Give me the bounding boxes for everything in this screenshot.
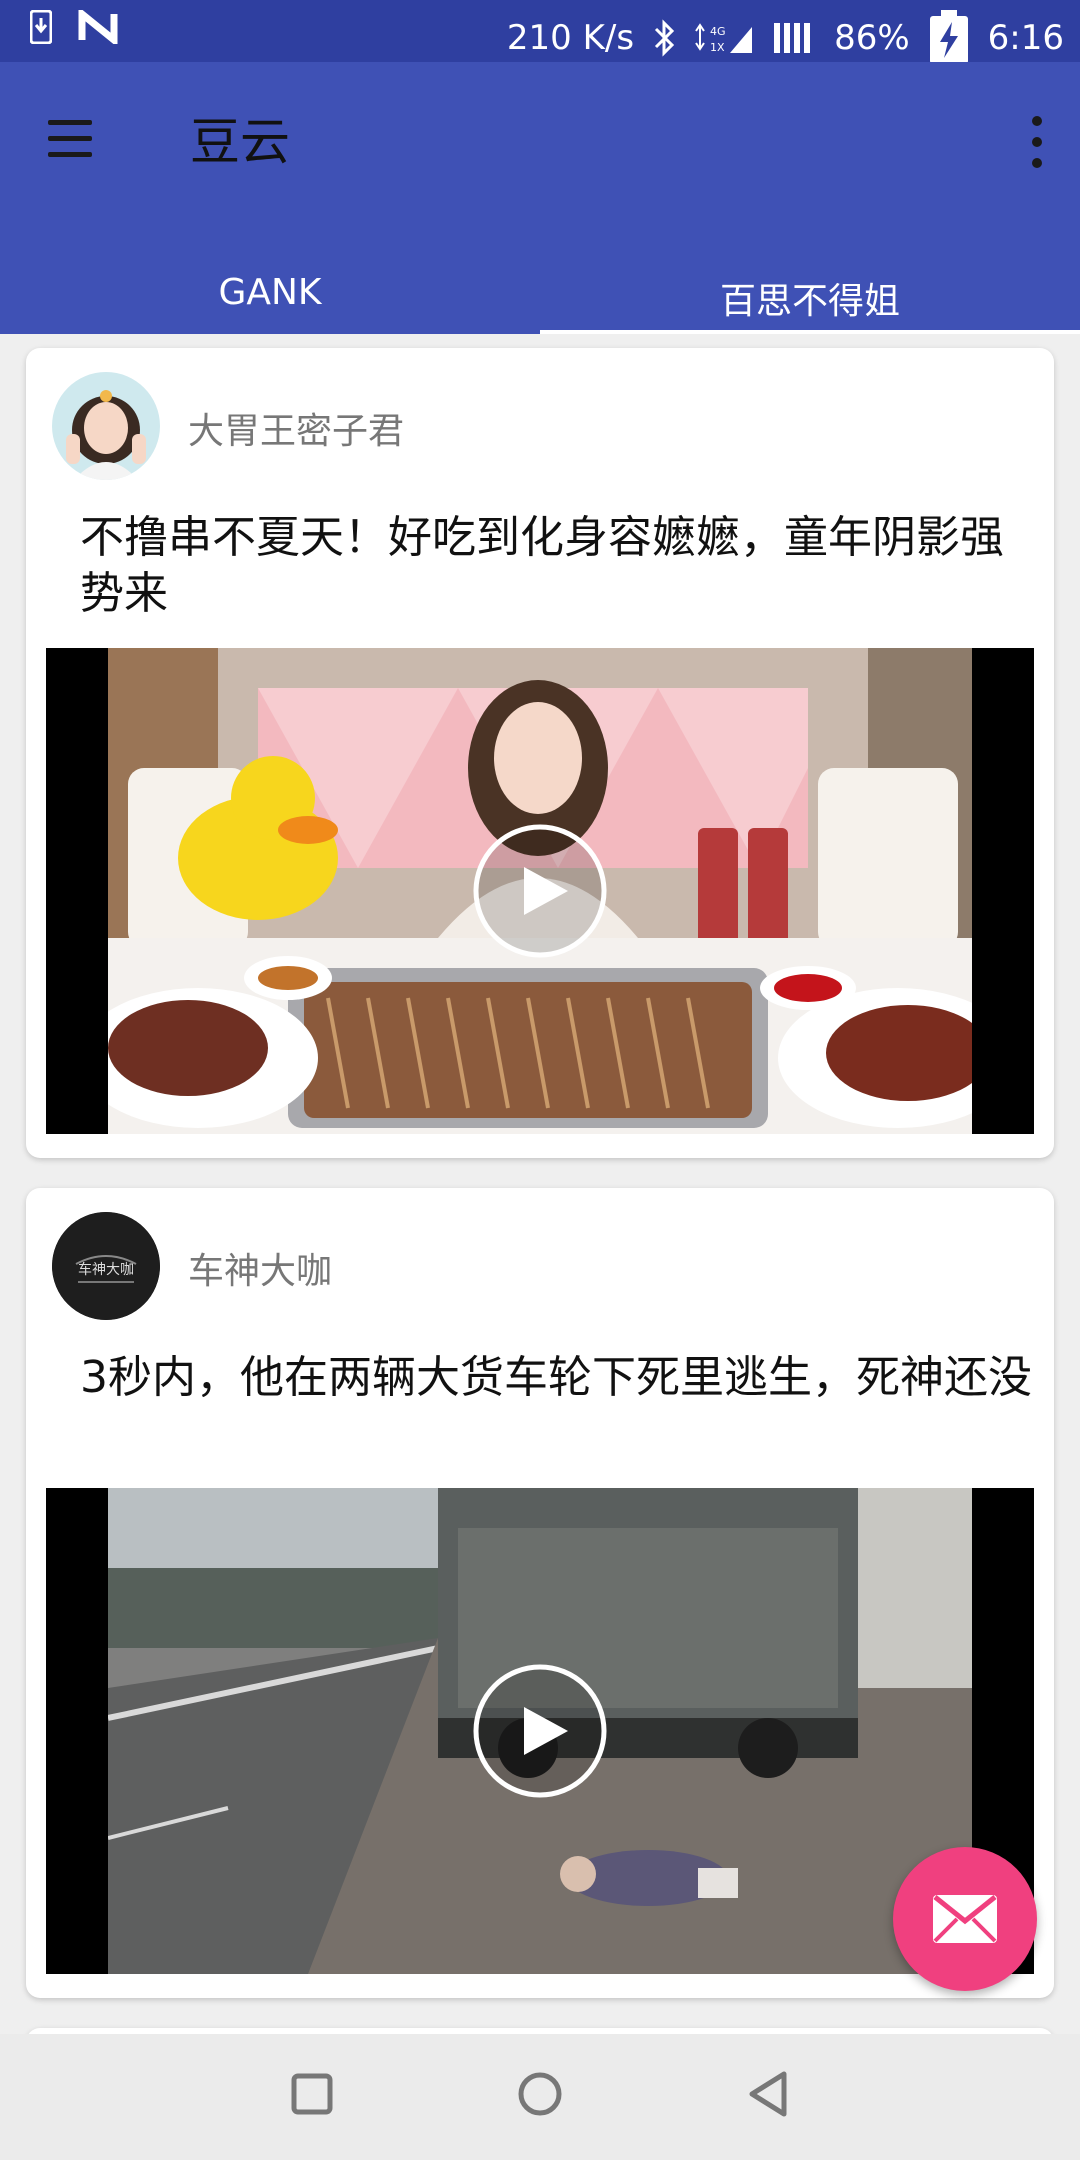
app-bar: 豆云 GANK 百思不得姐	[0, 62, 1080, 336]
mobile-data-icon: 4G1X	[695, 23, 753, 54]
home-icon[interactable]	[500, 2054, 580, 2134]
recents-icon[interactable]	[272, 2054, 352, 2134]
tab-baisibudejie[interactable]: 百思不得姐	[540, 262, 1080, 334]
back-icon[interactable]	[728, 2054, 808, 2134]
signal-icon	[774, 23, 811, 53]
hamburger-menu-icon[interactable]	[40, 112, 98, 164]
svg-text:4G: 4G	[710, 25, 726, 38]
tab-gank[interactable]: GANK	[0, 262, 540, 334]
download-icon	[30, 10, 52, 44]
tab-bar: GANK 百思不得姐	[0, 262, 1080, 334]
video-thumbnail[interactable]	[46, 648, 1034, 1134]
play-icon[interactable]	[470, 821, 610, 961]
n-notification-icon	[78, 10, 118, 44]
post-title[interactable]: 3秒内，他在两辆大货车轮下死里逃生，死神还没	[80, 1350, 1040, 1406]
network-speed: 210 K/s	[506, 18, 635, 58]
play-icon[interactable]	[470, 1661, 610, 1801]
video-thumbnail[interactable]	[46, 1488, 1034, 1974]
battery-percent: 86%	[834, 18, 910, 58]
feed-card[interactable]: 大胃王密子君 不撸串不夏天！好吃到化身容嬷嬷，童年阴影强势来	[26, 348, 1054, 1158]
author-name: 车神大咖	[188, 1251, 333, 1292]
bluetooth-icon	[655, 19, 675, 57]
avatar-logo-text: 车神大咖	[78, 1261, 134, 1278]
battery-charging-icon	[929, 10, 968, 64]
post-title[interactable]: 不撸串不夏天！好吃到化身容嬷嬷，童年阴影强势来	[80, 510, 1040, 622]
svg-text:1X: 1X	[710, 41, 725, 54]
mail-fab-button[interactable]	[893, 1847, 1037, 1991]
status-bar: 210 K/s 4G 1X 86% 6:16	[0, 0, 1080, 64]
feed-list[interactable]: 大胃王密子君 不撸串不夏天！好吃到化身容嬷嬷，童年阴影强势来 车神大咖 车神大咖…	[0, 334, 1080, 2088]
system-nav-bar	[0, 2034, 1080, 2160]
app-title: 豆云	[190, 113, 290, 171]
mail-icon	[933, 1895, 997, 1943]
more-vert-icon[interactable]	[1020, 110, 1054, 174]
clock: 6:16	[987, 18, 1064, 58]
author-avatar[interactable]	[52, 372, 160, 480]
author-avatar[interactable]: 车神大咖	[52, 1212, 160, 1320]
author-name: 大胃王密子君	[188, 411, 405, 452]
